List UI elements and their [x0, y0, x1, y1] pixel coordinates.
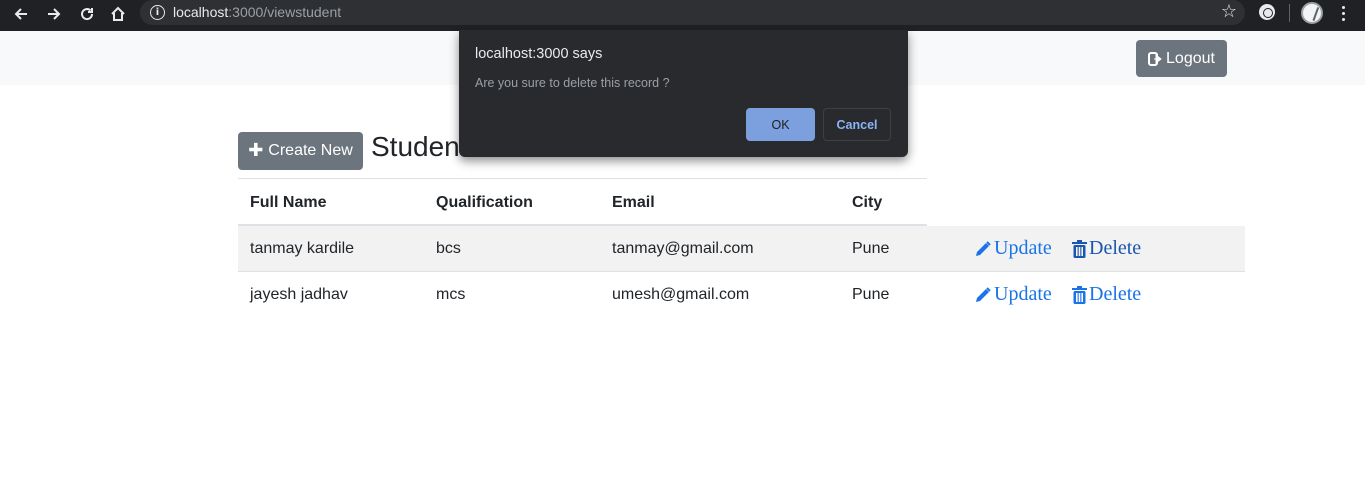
update-label: Update	[994, 283, 1052, 305]
plus-icon: ✚	[248, 140, 264, 161]
cell-city: Pune	[852, 240, 890, 257]
home-icon[interactable]	[106, 2, 130, 26]
info-icon[interactable]: i	[150, 5, 165, 20]
pencil-icon	[976, 286, 991, 302]
table-top-border	[238, 178, 927, 179]
cell-email: tanmay@gmail.com	[612, 240, 754, 257]
column-header-full-name: Full Name	[250, 194, 327, 211]
column-header-city: City	[852, 194, 883, 211]
profile-icon[interactable]	[1301, 2, 1323, 24]
forward-arrow-icon[interactable]	[42, 2, 66, 26]
update-label: Update	[994, 237, 1052, 259]
cell-qualification: mcs	[436, 286, 466, 303]
trash-icon	[1072, 285, 1087, 304]
cancel-button[interactable]: Cancel	[823, 108, 891, 141]
confirm-dialog: localhost:3000 says Are you sure to dele…	[459, 30, 908, 157]
dialog-title: localhost:3000 says	[475, 46, 603, 62]
delete-link[interactable]: Delete	[1072, 237, 1141, 260]
column-header-qualification: Qualification	[436, 194, 533, 211]
delete-label: Delete	[1089, 283, 1142, 305]
dialog-message: Are you sure to delete this record ?	[475, 76, 670, 90]
menu-icon[interactable]	[1336, 3, 1350, 23]
cell-qualification: bcs	[436, 240, 461, 257]
cell-full-name: jayesh jadhav	[250, 286, 348, 303]
column-header-email: Email	[612, 194, 655, 211]
ok-button[interactable]: OK	[746, 108, 815, 141]
logout-label: Logout	[1166, 49, 1215, 67]
update-link[interactable]: Update	[974, 283, 1052, 306]
address-bar[interactable]: i localhost:3000/viewstudent ☆	[140, 0, 1245, 25]
create-new-label: Create New	[268, 142, 353, 159]
cell-email: umesh@gmail.com	[612, 286, 750, 303]
update-link[interactable]: Update	[974, 237, 1052, 260]
url-text: localhost:3000/viewstudent	[173, 4, 341, 20]
extension-icon[interactable]	[1259, 4, 1275, 20]
toolbar-divider	[1289, 4, 1290, 22]
sign-out-icon	[1148, 51, 1162, 66]
cell-full-name: tanmay kardile	[250, 240, 355, 257]
create-new-button[interactable]: ✚ Create New	[238, 132, 363, 170]
table-row: tanmay kardile bcs tanmay@gmail.com Pune…	[238, 226, 1245, 272]
table-row: jayesh jadhav mcs umesh@gmail.com Pune U…	[238, 272, 1245, 318]
back-arrow-icon[interactable]	[9, 2, 33, 26]
browser-toolbar: i localhost:3000/viewstudent ☆	[0, 0, 1365, 31]
url-path: :3000/viewstudent	[228, 4, 342, 20]
url-host: localhost	[173, 4, 229, 20]
delete-label: Delete	[1089, 237, 1142, 259]
reload-icon[interactable]	[75, 2, 99, 26]
star-icon[interactable]: ☆	[1221, 1, 1237, 22]
pencil-icon	[976, 240, 991, 256]
logout-button[interactable]: Logout	[1136, 40, 1227, 77]
trash-icon	[1072, 239, 1087, 258]
cell-city: Pune	[852, 286, 890, 303]
delete-link[interactable]: Delete	[1072, 283, 1141, 306]
